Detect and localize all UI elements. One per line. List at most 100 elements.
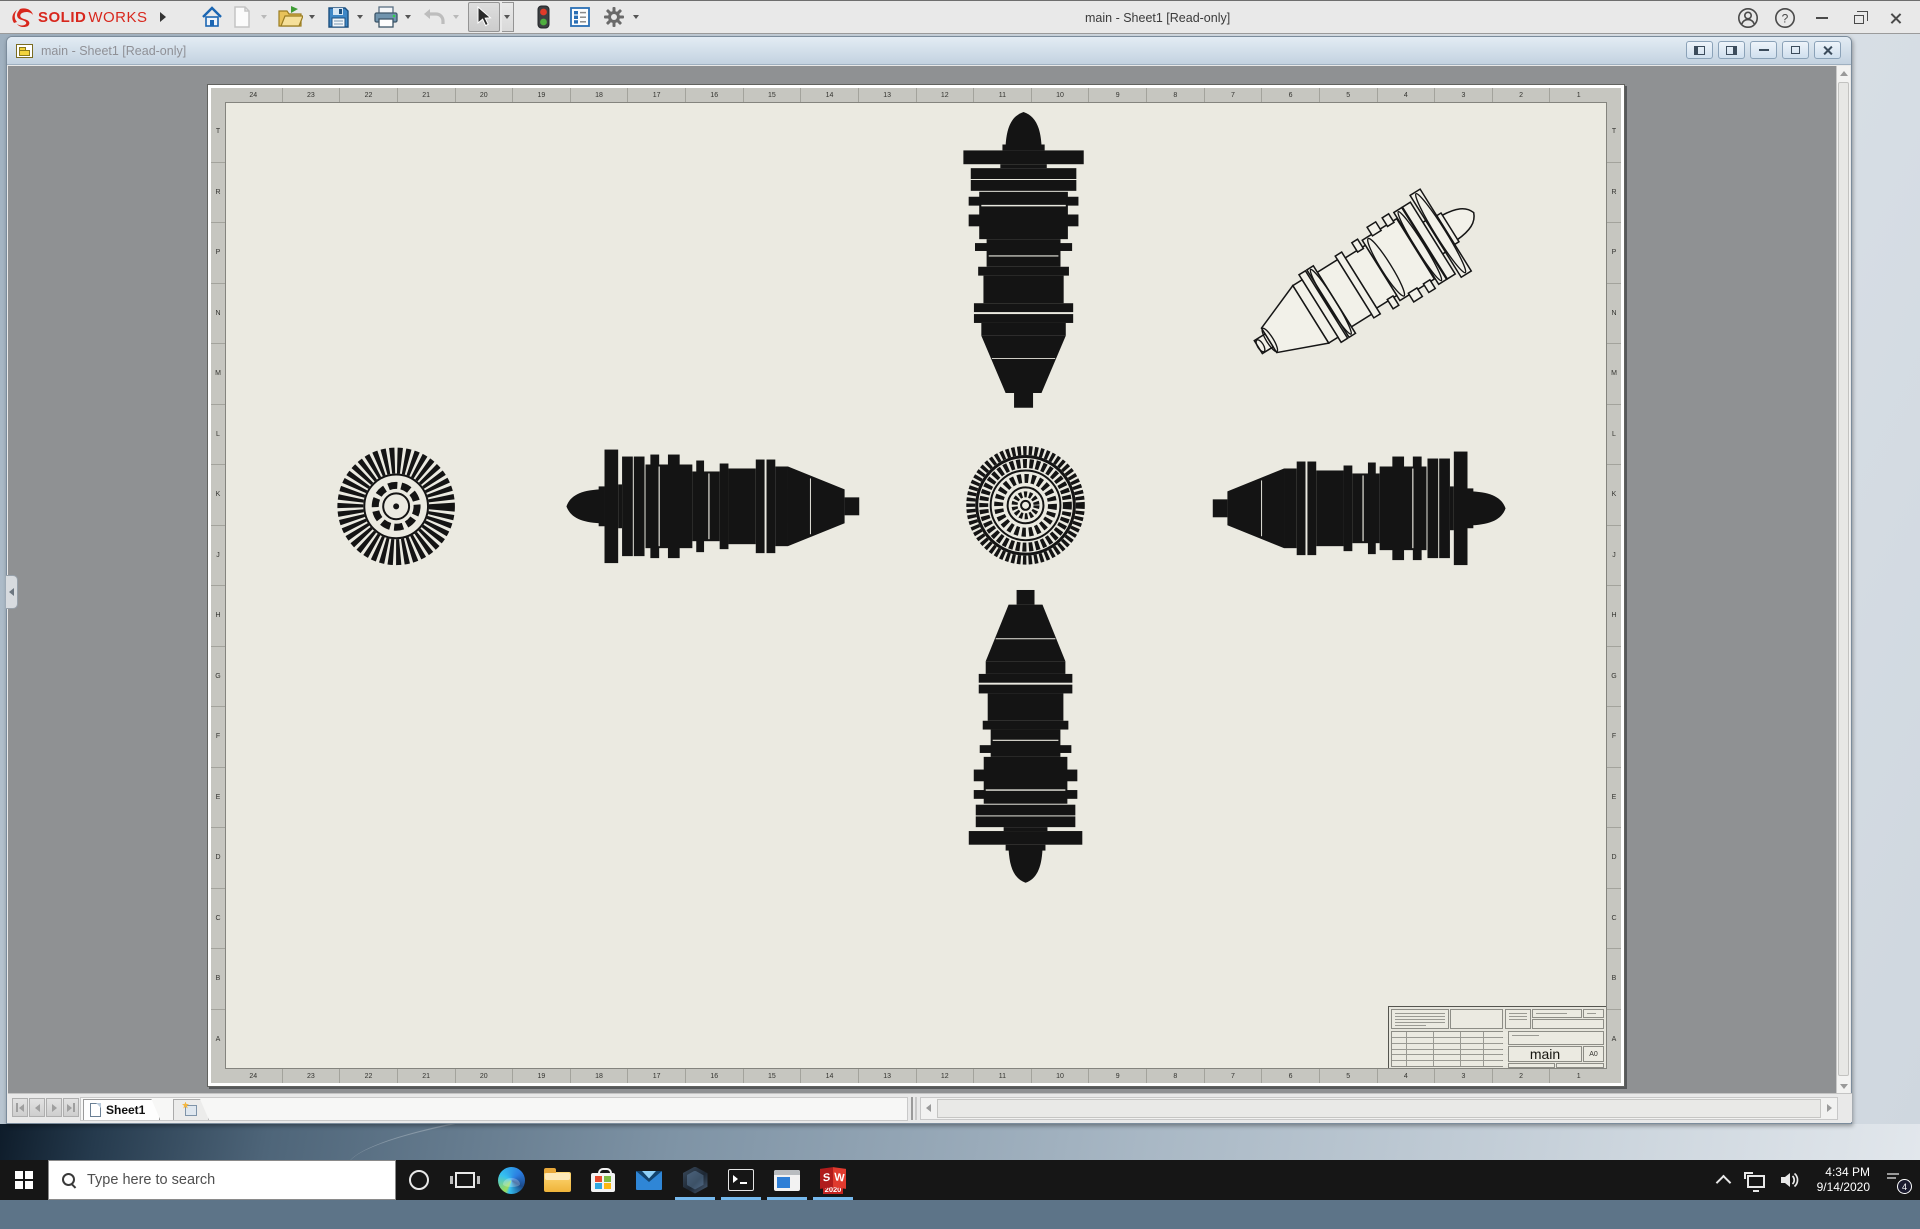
drawing-sheet[interactable]: 24 23 22 21 20 19 18 17 16 15 14 13 12 11 10 9 8 7 6 5 4 3 2 1 … <box>207 84 1625 1087</box>
print-button[interactable] <box>372 3 400 31</box>
document-title: main - Sheet1 [Read-only] <box>41 43 187 58</box>
interference-check-button[interactable] <box>530 3 558 31</box>
settings-button[interactable] <box>600 3 628 31</box>
save-button[interactable] <box>324 3 352 31</box>
taskbar-file-explorer[interactable] <box>534 1160 580 1200</box>
drawing-view-front[interactable] <box>966 446 1085 565</box>
mail-icon <box>636 1170 662 1190</box>
save-dropdown[interactable] <box>354 3 366 31</box>
scroll-right-icon[interactable] <box>1827 1104 1832 1112</box>
graphics-area[interactable]: 24 23 22 21 20 19 18 17 16 15 14 13 12 11 10 9 8 7 6 5 4 3 2 1 … <box>8 66 1838 1094</box>
horizontal-scrollbar[interactable] <box>920 1097 1838 1120</box>
zone-number-label: 24 <box>225 1069 283 1083</box>
desktop-wallpaper <box>0 1124 1920 1160</box>
zone-letter-label: J <box>1607 526 1621 586</box>
print-dropdown[interactable] <box>402 3 414 31</box>
restore-button[interactable] <box>1842 4 1875 32</box>
app-titlebar: SOLID WORKS main - Sheet1 [Read-only] ? <box>0 0 1920 34</box>
first-sheet-button[interactable] <box>12 1098 28 1117</box>
vertical-scroll-thumb[interactable] <box>1838 82 1849 1076</box>
zone-number-label: 12 <box>917 1069 975 1083</box>
taskbar-remote-app[interactable] <box>764 1160 810 1200</box>
zone-ruler-right: TRPNMLKJHGFEDCB A <box>1607 102 1621 1069</box>
scroll-up-icon[interactable] <box>1840 71 1848 76</box>
open-dropdown[interactable] <box>306 3 318 31</box>
taskbar-edge[interactable] <box>488 1160 534 1200</box>
account-icon <box>1737 8 1758 28</box>
zone-letter-label: M <box>211 344 225 405</box>
zone-letter-label: D <box>1607 828 1621 889</box>
task-view-button[interactable] <box>442 1160 488 1200</box>
zone-number-label: 18 <box>571 88 629 102</box>
volume-button[interactable] <box>1773 1160 1807 1200</box>
scrollbar-splitter[interactable] <box>911 1097 917 1120</box>
taskbar-mail[interactable] <box>626 1160 672 1200</box>
zone-number-label: 21 <box>398 1069 456 1083</box>
drawing-view-top[interactable] <box>963 111 1084 408</box>
solidworks-logo-icon <box>12 8 33 28</box>
minimize-button[interactable] <box>1805 4 1838 32</box>
design-table-button[interactable] <box>566 3 594 31</box>
open-button[interactable] <box>276 3 304 31</box>
zone-number-label: 12 <box>917 88 975 102</box>
taskbar-clock[interactable]: 4:34 PM 9/14/2020 <box>1807 1165 1880 1195</box>
taskbar-search[interactable] <box>48 1160 396 1200</box>
last-sheet-button[interactable] <box>63 1098 79 1117</box>
new-document-button[interactable] <box>228 3 256 31</box>
drawing-view-left[interactable] <box>566 449 860 564</box>
taskbar-solidworks[interactable]: SW 2020 <box>810 1160 856 1200</box>
doc-minimize-button[interactable] <box>1750 41 1777 59</box>
next-sheet-button[interactable] <box>46 1098 62 1117</box>
cortana-button[interactable] <box>396 1160 442 1200</box>
search-input[interactable] <box>87 1172 367 1188</box>
pane-right-button[interactable] <box>1718 41 1745 59</box>
drawing-view-back[interactable] <box>337 447 455 566</box>
tray-date: 9/14/2020 <box>1816 1180 1870 1194</box>
new-document-dropdown[interactable] <box>258 3 270 31</box>
action-center-button[interactable]: 4 <box>1884 1169 1912 1194</box>
drawing-view-isometric[interactable] <box>1231 170 1501 389</box>
zone-letter-label: E <box>211 768 225 828</box>
close-button[interactable] <box>1879 4 1912 32</box>
help-button[interactable]: ? <box>1768 4 1801 32</box>
drawing-view-right[interactable] <box>1212 451 1506 566</box>
zone-number-label: 7 <box>1205 88 1263 102</box>
taskbar-command-prompt[interactable] <box>718 1160 764 1200</box>
undo-button[interactable] <box>420 3 448 31</box>
previous-sheet-button[interactable] <box>29 1098 45 1117</box>
doc-close-icon <box>1822 45 1833 56</box>
settings-dropdown[interactable] <box>630 3 642 31</box>
home-button[interactable] <box>198 3 226 31</box>
select-tool-button[interactable] <box>467 2 500 32</box>
account-button[interactable] <box>1731 4 1764 32</box>
scroll-down-icon[interactable] <box>1840 1084 1848 1089</box>
sheet-tab-bar: Sheet1 <box>8 1093 1852 1122</box>
scroll-left-icon[interactable] <box>926 1104 931 1112</box>
zone-number-label: 2 <box>1493 1069 1551 1083</box>
horizontal-scroll-thumb[interactable] <box>937 1099 1821 1118</box>
vertical-scrollbar[interactable] <box>1836 66 1850 1094</box>
pane-left-button[interactable] <box>1686 41 1713 59</box>
taskbar-store[interactable] <box>580 1160 626 1200</box>
remote-app-icon <box>774 1169 800 1191</box>
zone-letter-label: D <box>211 828 225 889</box>
zone-number-label: 22 <box>340 1069 398 1083</box>
sheet1-tab[interactable]: Sheet1 <box>83 1099 160 1120</box>
zone-letter-label: F <box>1607 707 1621 768</box>
taskbar-edrawings[interactable] <box>672 1160 718 1200</box>
select-tool-dropdown[interactable] <box>501 2 514 32</box>
doc-close-button[interactable] <box>1814 41 1841 59</box>
tray-overflow-button[interactable] <box>1709 1160 1739 1200</box>
zone-letter-label: F <box>211 707 225 768</box>
drawing-view-bottom[interactable] <box>968 589 1083 883</box>
undo-dropdown[interactable] <box>450 3 462 31</box>
doc-restore-button[interactable] <box>1782 41 1809 59</box>
zone-letter-label: N <box>211 284 225 344</box>
start-button[interactable] <box>0 1160 48 1200</box>
add-sheet-tab[interactable] <box>173 1099 209 1120</box>
zone-number-label: 11 <box>974 88 1032 102</box>
network-button[interactable] <box>1739 1160 1773 1200</box>
menu-flyout-arrow-icon[interactable] <box>159 12 166 22</box>
feature-panel-handle[interactable] <box>6 575 18 609</box>
document-titlebar[interactable]: main - Sheet1 [Read-only] <box>7 37 1851 65</box>
